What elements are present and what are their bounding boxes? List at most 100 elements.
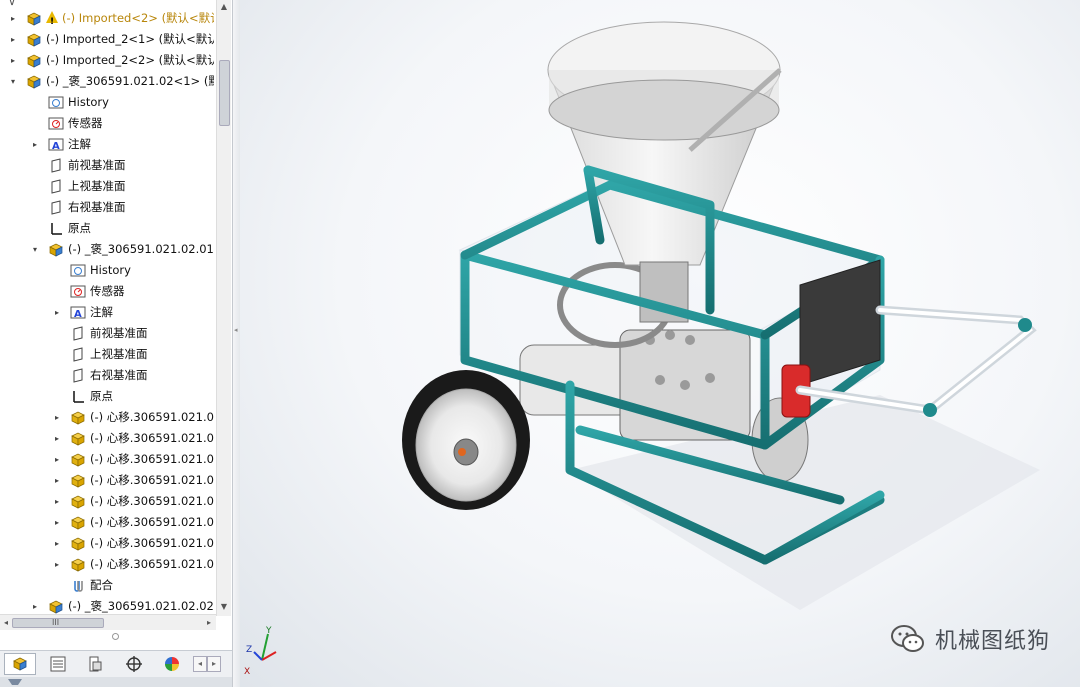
tab-scroll-left-icon[interactable]: ◂ [193, 656, 207, 672]
tree-item[interactable]: ▸ A 注解 [0, 134, 216, 155]
tree-item[interactable]: ▸ (-) 心移.306591.021.02 [0, 428, 216, 449]
tree-item[interactable]: 传感器 [0, 281, 216, 302]
expand-arrow-icon[interactable]: ▸ [8, 50, 18, 71]
assembly-icon [26, 53, 42, 68]
axis-triad: Y Z X [240, 622, 285, 682]
tree-item-label: (-) Imported_2<1> (默认<默认 [46, 32, 214, 46]
property-manager-tab[interactable] [42, 653, 74, 675]
mates-icon [70, 578, 86, 593]
scroll-left-arrow-icon[interactable]: ◂ [0, 615, 12, 630]
scroll-down-arrow-icon[interactable]: ▼ [217, 600, 231, 614]
tree-item[interactable]: ▸ (-) _褒_306591.021.02.02<1 [0, 596, 216, 616]
watermark: 机械图纸狗 [890, 622, 1050, 656]
tree-item[interactable]: 前视基准面 [0, 323, 216, 344]
scroll-right-arrow-icon[interactable]: ▸ [203, 615, 215, 630]
tree-item[interactable]: 配合 [0, 575, 216, 596]
expand-arrow-icon[interactable]: ▸ [8, 8, 18, 29]
tree-item[interactable]: 前视基准面 [0, 155, 216, 176]
tree-item-label: (-) 心移.306591.021.02 [90, 494, 214, 508]
tree-item-label: 配合 [90, 578, 113, 592]
tree-item[interactable]: ▾ (-) _褒_306591.021.02<1> (默认 [0, 71, 216, 92]
y-axis-label: Y [265, 626, 272, 636]
sensor-icon [70, 284, 86, 299]
collapse-arrow-icon[interactable]: ▾ [8, 71, 18, 92]
tree-item[interactable]: 右视基准面 [0, 197, 216, 218]
assembly-icon [48, 599, 64, 614]
expand-arrow-icon[interactable]: ▸ [52, 407, 62, 428]
pane-splitter-dot-icon[interactable] [112, 633, 119, 640]
tree-item-label: 右视基准面 [90, 368, 148, 382]
tree-item-label: 原点 [68, 221, 91, 235]
expand-arrow-icon[interactable]: ▸ [52, 533, 62, 554]
expand-arrow-icon[interactable]: ▸ [52, 554, 62, 575]
tree-item[interactable]: 传感器 [0, 113, 216, 134]
plane-icon [48, 200, 64, 215]
tree-item[interactable]: 上视基准面 [0, 176, 216, 197]
tree-item[interactable]: ▸ (-) Imported<2> (默认<默认 [0, 8, 216, 33]
tree-item[interactable]: ▸ (-) 心移.306591.021.02 [0, 512, 216, 533]
tree-horizontal-scrollbar[interactable]: ◂ III ▸ [0, 614, 216, 630]
tree-item-label: 上视基准面 [90, 347, 148, 361]
tab-scroll-right-icon[interactable]: ▸ [207, 656, 221, 672]
tree-item[interactable]: ▸ (-) 心移.306591.021.02 [0, 491, 216, 512]
configuration-manager-tab[interactable] [80, 653, 112, 675]
origin-icon [70, 389, 86, 404]
collapse-arrow-icon[interactable]: ▾ [30, 239, 40, 260]
expand-arrow-icon[interactable]: ▸ [52, 302, 62, 323]
expand-arrow-icon[interactable]: ▸ [8, 29, 18, 50]
tree-item[interactable]: 原点 [0, 218, 216, 239]
feature-manager-tab[interactable] [4, 653, 36, 675]
z-axis-label: Z [246, 645, 252, 655]
z-axis-line [253, 651, 263, 661]
tree-item-label: 注解 [90, 305, 113, 319]
splitter-collapse-icon[interactable]: ◂ [234, 326, 239, 340]
tree-item-label: 右视基准面 [68, 200, 126, 214]
expand-arrow-icon[interactable]: ▸ [52, 449, 62, 470]
tree-item-label: 前视基准面 [68, 158, 126, 172]
scroll-thumb[interactable] [219, 60, 230, 126]
configuration-icon [89, 656, 102, 672]
tree-item[interactable]: 右视基准面 [0, 365, 216, 386]
tree-item-label: (-) 心移.306591.021.02 [90, 473, 214, 487]
plane-icon [70, 326, 86, 341]
tree-item[interactable]: ▸ (-) 心移.306591.021.02 [0, 407, 216, 428]
tree-item[interactable]: ▸ (-) Imported_2<2> (默认<默认 [0, 50, 216, 71]
expand-arrow-icon[interactable]: ▸ [52, 428, 62, 449]
display-manager-tab[interactable] [156, 653, 188, 675]
filter-icon[interactable]: ⊽ [8, 0, 16, 8]
tree-item[interactable]: ▸ (-) 心移.306591.021.02 [0, 533, 216, 554]
filter-tray-icon[interactable] [6, 677, 26, 687]
tree-item[interactable]: ▸ (-) 心移.306591.021.02 [0, 470, 216, 491]
expand-arrow-icon[interactable]: ▸ [52, 512, 62, 533]
tree-item-label: (-) 心移.306591.021.02 [90, 515, 214, 529]
panel-bottom-strip [0, 677, 232, 687]
tree-item[interactable]: ▸ A 注解 [0, 302, 216, 323]
tree-item[interactable]: History [0, 92, 216, 113]
history-icon [70, 263, 86, 278]
tree-item-label: History [90, 263, 131, 277]
expand-arrow-icon[interactable]: ▸ [52, 491, 62, 512]
part-icon [70, 557, 86, 572]
expand-arrow-icon[interactable]: ▸ [52, 470, 62, 491]
cart-3d-model[interactable] [240, 0, 1080, 687]
tree-item[interactable]: ▾ (-) _褒_306591.021.02.01<1 [0, 239, 216, 260]
svg-text:A: A [74, 309, 82, 320]
expand-arrow-icon[interactable]: ▸ [30, 596, 40, 616]
graphics-viewport[interactable]: Y Z X 机械图纸狗 [240, 0, 1080, 687]
expand-arrow-icon[interactable]: ▸ [30, 134, 40, 155]
property-icon [50, 656, 66, 672]
scroll-up-arrow-icon[interactable]: ▲ [217, 0, 231, 14]
tree-vertical-scrollbar[interactable]: ▲ ▼ [216, 0, 231, 616]
assembly-icon [26, 32, 42, 47]
dimxpert-tab[interactable] [118, 653, 150, 675]
tree-item[interactable]: 上视基准面 [0, 344, 216, 365]
tree-item[interactable]: ▸ (-) Imported_2<1> (默认<默认 [0, 29, 216, 50]
tree-item[interactable]: 原点 [0, 386, 216, 407]
hscroll-grip: III [52, 618, 60, 627]
tree-item[interactable]: ▸ (-) 心移.306591.021.02 [0, 554, 216, 575]
plane-icon [70, 368, 86, 383]
tree-item[interactable]: ▸ (-) 心移.306591.021.02 [0, 449, 216, 470]
tree-item[interactable]: History [0, 260, 216, 281]
feature-tree[interactable]: ⊽ ▸ (-) Imported<2> (默认<默认 ▸ (-) Imported_2… [0, 0, 216, 616]
tree-item-label: (-) _褒_306591.021.02.01<1 [68, 242, 214, 256]
